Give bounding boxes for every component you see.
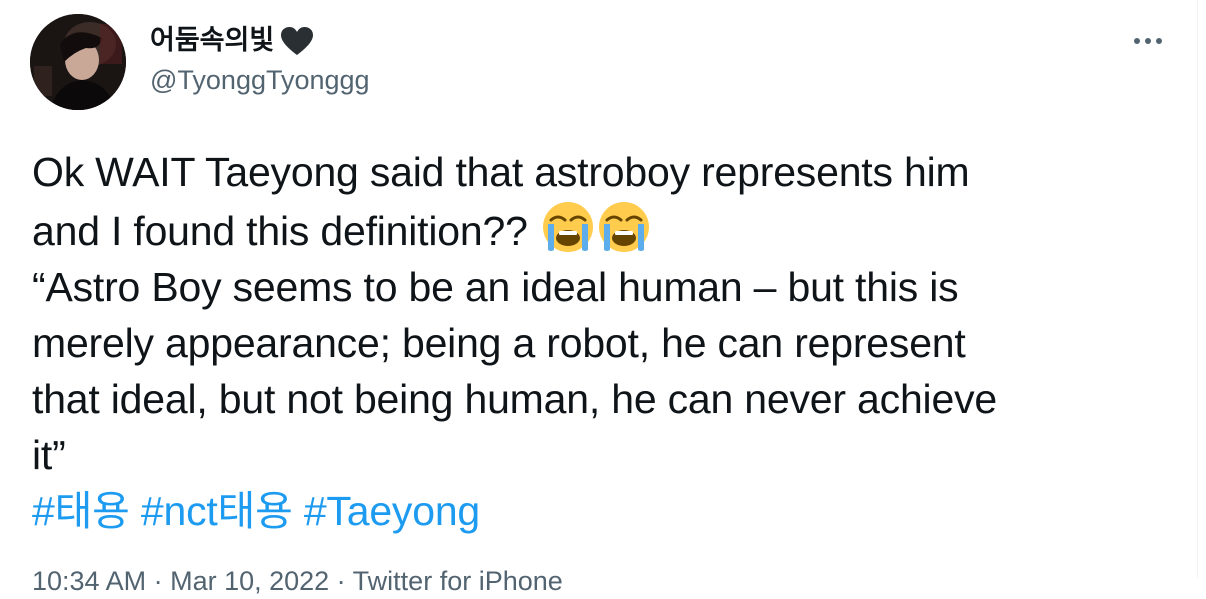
- more-options-button[interactable]: [1126, 28, 1170, 54]
- tweet-timestamp[interactable]: 10:34 AM · Mar 10, 2022 · Twitter for iP…: [32, 563, 563, 599]
- column-border: [1197, 0, 1198, 578]
- author-identity: 어둠속의빛 @TyonggTyonggg: [150, 22, 370, 98]
- display-name-row[interactable]: 어둠속의빛: [150, 22, 370, 60]
- display-name[interactable]: 어둠속의빛: [150, 22, 274, 60]
- tweet-header: 어둠속의빛 @TyonggTyonggg: [30, 14, 1170, 114]
- author-handle[interactable]: @TyonggTyonggg: [150, 62, 370, 98]
- black-heart-icon: [280, 26, 314, 56]
- tweet-line-with-emoji: and I found this definition??: [32, 200, 1172, 259]
- tweet-text: Ok WAIT Taeyong said that astroboy repre…: [32, 144, 1172, 539]
- loudly-crying-face-icon: [541, 200, 595, 254]
- hashtag-link[interactable]: #태용: [32, 488, 130, 534]
- hashtag-link[interactable]: #Taeyong: [304, 488, 480, 534]
- tweet-line: “Astro Boy seems to be an ideal human – …: [32, 264, 959, 310]
- tweet-line: and I found this definition??: [32, 208, 528, 254]
- hashtag-row: #태용 #nct태용 #Taeyong: [32, 483, 1172, 539]
- tweet-line: Ok WAIT Taeyong said that astroboy repre…: [32, 149, 970, 195]
- tweet-line: that ideal, but not being human, he can …: [32, 376, 997, 422]
- hashtag-link[interactable]: #nct태용: [141, 488, 293, 534]
- more-horizontal-icon: [1134, 38, 1162, 44]
- avatar[interactable]: [30, 14, 126, 110]
- tweet-line: merely appearance; being a robot, he can…: [32, 320, 966, 366]
- loudly-crying-face-icon: [597, 200, 651, 254]
- tweet-line: it”: [32, 432, 66, 478]
